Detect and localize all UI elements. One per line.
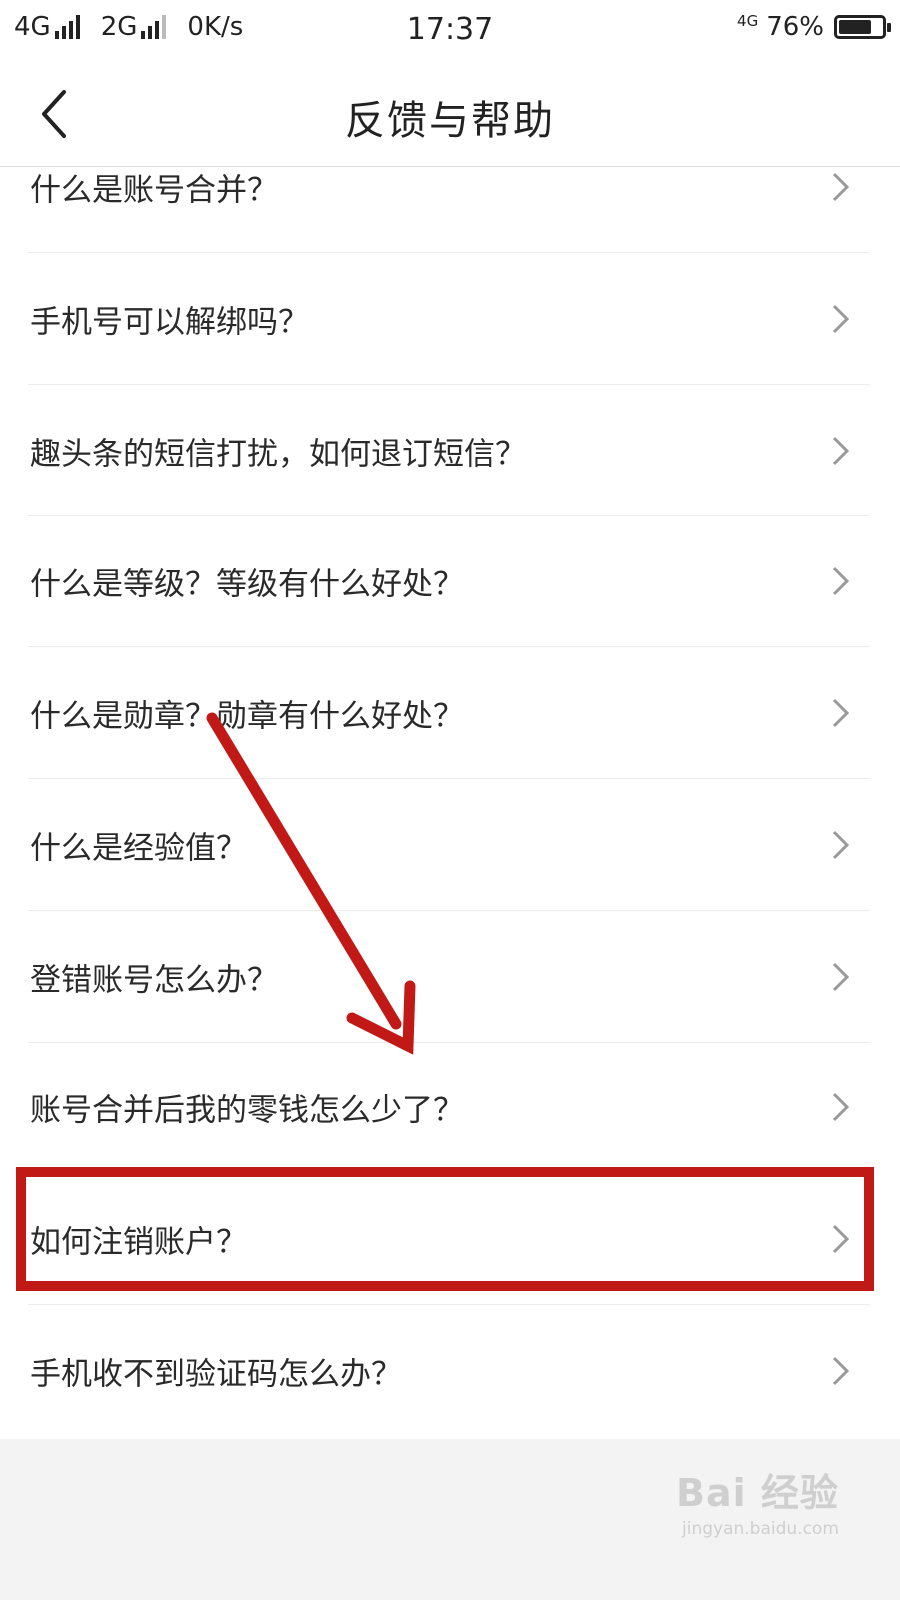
- watermark-main: Bai 经验: [676, 1471, 839, 1515]
- watermark-logo: Bai 经验 jingyan.baidu.com: [676, 1462, 876, 1539]
- annotation-arrow-icon: [206, 712, 416, 1055]
- watermark-sub: jingyan.baidu.com: [682, 1519, 839, 1539]
